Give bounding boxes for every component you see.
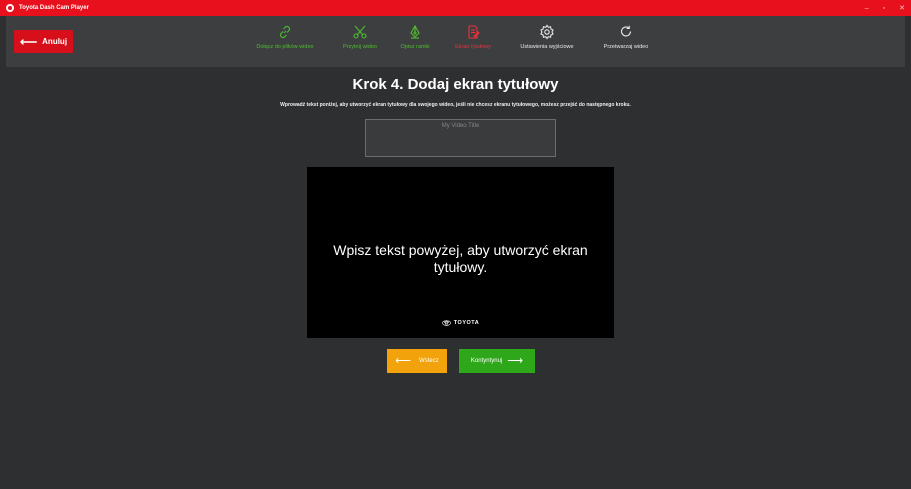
arrow-left-icon: ⟵ — [19, 34, 38, 49]
instructions-text: Wprowadź tekst poniżej, aby utworzyć ekr… — [280, 102, 631, 108]
step-label: Opisz ramki — [400, 44, 430, 50]
preview-text: Wpisz tekst powyżej, aby utworzyć ekran … — [333, 242, 588, 275]
step-label: Przytnij wideo — [343, 44, 377, 50]
step-describe-frames[interactable]: Opisz ramki — [396, 16, 434, 67]
title-text-input[interactable] — [365, 119, 556, 157]
maximize-button[interactable]: ▫ — [883, 5, 885, 12]
back-button-label: Wstecz — [419, 358, 439, 364]
arrow-left-icon: ⟵ — [395, 354, 412, 367]
cancel-button-label: Anuluj — [42, 37, 68, 46]
toyota-emblem-icon — [441, 320, 451, 326]
step-join-videos[interactable]: Dołącz do plików wideo — [250, 16, 320, 67]
refresh-icon — [620, 25, 632, 37]
cancel-button[interactable]: ⟵ Anuluj — [14, 30, 73, 53]
minimize-button[interactable]: – — [865, 5, 869, 12]
step-label: Przetwarzaj wideo — [603, 44, 649, 50]
scissors-icon — [353, 25, 367, 39]
app-logo-icon — [6, 4, 14, 12]
page-title: Krok 4. Dodaj ekran tytułowy — [352, 76, 559, 93]
arrow-right-icon: ⟶ — [507, 354, 524, 367]
main-content: Krok 4. Dodaj ekran tytułowy Wprowadź te… — [6, 67, 905, 487]
step-label: Ekran tytułowy — [455, 44, 491, 50]
toyota-logo: TOYOTA — [307, 320, 614, 326]
continue-button-label: Kontyntynuj — [470, 358, 503, 364]
title-screen-preview: Wpisz tekst powyżej, aby utworzyć ekran … — [307, 167, 614, 338]
window-controls: – ▫ ✕ — [865, 0, 905, 16]
settings-gear-icon — [540, 24, 554, 40]
window-titlebar: Toyota Dash Cam Player – ▫ ✕ — [0, 0, 911, 16]
step-label: Ustawienia wyjściowe — [520, 44, 574, 50]
step-process-video[interactable]: Przetwarzaj wideo — [594, 16, 658, 67]
wizard-toolbar: ⟵ Anuluj Dołącz do plików wideo Przytnij… — [6, 16, 905, 67]
back-button[interactable]: ⟵ Wstecz — [387, 349, 447, 373]
link-icon — [279, 25, 291, 39]
step-title-screen[interactable]: Ekran tytułowy — [448, 16, 498, 67]
document-edit-icon — [468, 25, 480, 39]
continue-button[interactable]: Kontyntynuj ⟶ — [459, 349, 535, 373]
pen-nib-icon — [410, 24, 420, 39]
close-button[interactable]: ✕ — [899, 4, 905, 12]
step-label: Dołącz do plików wideo — [256, 44, 314, 50]
window-title: Toyota Dash Cam Player — [19, 5, 89, 11]
step-output-settings[interactable]: Ustawienia wyjściowe — [508, 16, 586, 67]
logo-text: TOYOTA — [453, 320, 480, 326]
step-trim-video[interactable]: Przytnij wideo — [338, 16, 382, 67]
